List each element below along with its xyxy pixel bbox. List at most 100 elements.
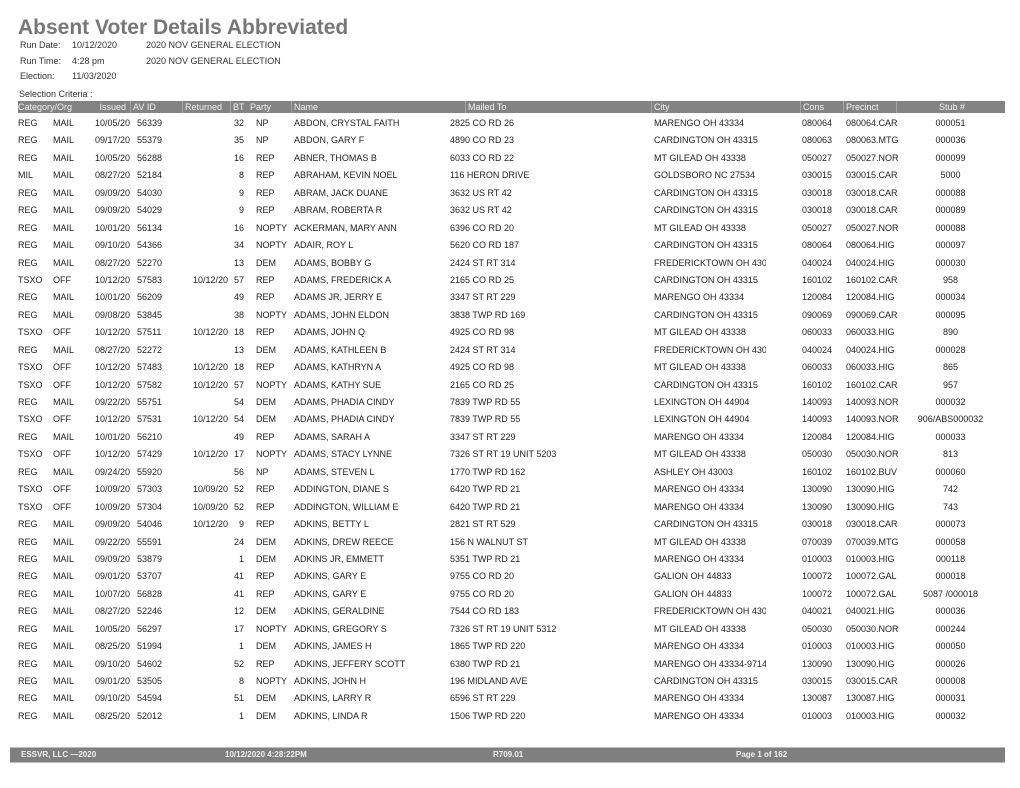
cell-issued: 09/10/20	[94, 240, 130, 251]
cell-returned: 10/09/20	[192, 501, 228, 512]
cell-precinct: 090069.CAR	[846, 309, 898, 320]
table-row: REG MAIL 08/27/20 52270 13 DEM ADAMS, BOBBY G 2…	[18, 253, 1005, 270]
cell-returned: 10/12/20	[192, 519, 228, 530]
cell-issued: 10/12/20	[94, 274, 130, 285]
cell-name: ADAIR, ROY L	[294, 240, 354, 251]
cell-party: REP	[256, 431, 275, 442]
cell-cons: 140093	[802, 397, 833, 407]
cell-mailed-to: 3632 US RT 42	[450, 187, 512, 198]
cell-city: FREDERICKTOWN OH 43019	[654, 606, 766, 617]
cell-name: ABDON, GARY F	[294, 135, 365, 146]
cell-mailed-to: 6396 CO RD 20	[450, 222, 515, 233]
cell-cons: 030015	[802, 170, 833, 181]
cell-cons: 140093	[802, 414, 833, 425]
cell-stub: 000060	[935, 466, 966, 477]
cell-city: CARDINGTON OH 43315	[654, 309, 758, 320]
cell-category: TSXO	[18, 362, 43, 373]
cell-mailed-to: 5620 CO RD 187	[450, 240, 520, 251]
cell-org: OFF	[53, 379, 71, 390]
cell-org: MAIL	[53, 641, 75, 652]
cell-category: REG	[18, 571, 38, 582]
cell-stub: 000036	[935, 135, 966, 146]
cell-city: LEXINGTON OH 44904	[654, 414, 750, 425]
table-row: REG MAIL 10/01/20 56210 49 REP ADAMS, SARAH A 3…	[18, 427, 1005, 444]
cell-mailed-to: 7326 ST RT 19 UNIT 5312	[450, 623, 557, 634]
cell-category: REG	[18, 693, 38, 704]
cell-bt: 32	[233, 118, 244, 128]
cell-cons: 160102	[802, 274, 833, 285]
cell-stub: 000099	[935, 152, 966, 163]
cell-issued: 08/27/20	[94, 170, 130, 181]
cell-av-id: 57483	[137, 362, 163, 373]
cell-issued: 10/05/20	[94, 623, 130, 634]
cell-bt: 1	[238, 641, 244, 652]
cell-cons: 010003	[802, 641, 833, 652]
cell-precinct: 130087.HIG	[846, 693, 895, 704]
cell-stub: 890	[942, 327, 959, 338]
cell-city: CARDINGTON OH 43315	[654, 519, 758, 530]
cell-av-id: 52012	[137, 710, 163, 721]
cell-name: ADKINS, GREGORY S	[294, 623, 387, 634]
cell-precinct: 160102.CAR	[846, 379, 898, 390]
cell-bt: 41	[233, 571, 244, 582]
cell-party: DEM	[256, 553, 276, 564]
cell-city: MT GILEAD OH 43338	[654, 222, 746, 233]
cell-city: MARENGO OH 43334	[654, 553, 745, 564]
table-row: REG MAIL 10/01/20 56134 16 NOPTY ACKERMAN, MAR…	[18, 218, 1005, 235]
cell-stub: 000088	[935, 222, 966, 233]
cell-av-id: 57429	[137, 449, 163, 460]
cell-stub: 000058	[935, 536, 966, 547]
table-row: REG MAIL 10/05/20 56339 32 NP ABDON, CRYSTAL F…	[18, 113, 1005, 130]
table-row: REG MAIL 10/05/20 56297 17 NOPTY ADKINS, GREGO…	[18, 619, 1005, 636]
cell-stub: 000034	[935, 292, 966, 303]
cell-returned: 10/12/20	[192, 449, 228, 460]
table-row: REG MAIL 08/25/20 51994 1 DEM ADKINS, JAMES H 1…	[18, 636, 1005, 653]
cell-precinct: 030015.CAR	[846, 676, 898, 686]
cell-av-id: 57303	[137, 484, 163, 495]
cell-name: ACKERMAN, MARY ANN	[294, 222, 397, 233]
col-header-party: Party	[250, 102, 272, 112]
cell-category: TSXO	[18, 327, 43, 338]
cell-issued: 10/12/20	[94, 327, 130, 338]
cell-category: REG	[18, 606, 38, 617]
cell-precinct: 030018.CAR	[846, 187, 898, 198]
cell-bt: 1	[238, 553, 244, 564]
cell-issued: 08/27/20	[94, 257, 130, 268]
cell-party: DEM	[256, 710, 276, 721]
cell-stub: 000031	[935, 693, 966, 704]
cell-org: MAIL	[53, 536, 75, 547]
cell-city: CARDINGTON OH 43315	[654, 379, 758, 390]
cell-av-id: 53707	[137, 571, 163, 582]
cell-precinct: 040024.HIG	[846, 257, 895, 268]
cell-name: ABDON, CRYSTAL FAITH	[294, 118, 400, 128]
cell-precinct: 010003.HIG	[846, 641, 895, 652]
footer-company: ESSVR, LLC —2020	[21, 750, 97, 759]
cell-returned: 10/12/20	[192, 414, 228, 425]
cell-issued: 09/08/20	[94, 309, 130, 320]
cell-bt: 16	[233, 152, 244, 163]
cell-city: MT GILEAD OH 43338	[654, 536, 746, 547]
cell-name: ADAMS, PHADIA CINDY	[294, 397, 395, 407]
table-row: REG MAIL 09/24/20 55920 56 NP ADAMS, STEVEN L 1…	[18, 462, 1005, 479]
cell-precinct: 060033.HIG	[846, 362, 895, 373]
col-header-cons: Cons	[800, 101, 843, 113]
cell-cons: 130087	[802, 693, 833, 704]
cell-av-id: 57511	[137, 327, 162, 338]
run-time-election-name: 2020 NOV GENERAL ELECTION	[146, 56, 281, 66]
cell-name: ADAMS, JOHN Q	[294, 327, 366, 338]
cell-precinct: 160102.BUV	[846, 466, 898, 477]
cell-cons: 100072	[802, 571, 833, 582]
cell-city: CARDINGTON OH 43315	[654, 676, 758, 686]
cell-party: REP	[256, 187, 275, 198]
cell-cons: 040024	[802, 257, 833, 268]
cell-issued: 10/07/20	[94, 588, 130, 599]
cell-precinct: 130090.HIG	[846, 501, 895, 512]
cell-av-id: 52246	[137, 606, 163, 617]
cell-stub: 000097	[935, 240, 966, 251]
cell-party: NOPTY	[256, 623, 288, 634]
cell-name: ADKINS, JEFFERY SCOTT	[294, 658, 406, 669]
footer-timestamp: 10/12/2020 4:28:22PM	[225, 750, 307, 759]
cell-precinct: 070039.MTG	[846, 536, 899, 547]
table-row: REG MAIL 08/25/20 52012 1 DEM ADKINS, LINDA R 1…	[18, 706, 1005, 723]
cell-mailed-to: 196 MIDLAND AVE	[450, 676, 528, 686]
